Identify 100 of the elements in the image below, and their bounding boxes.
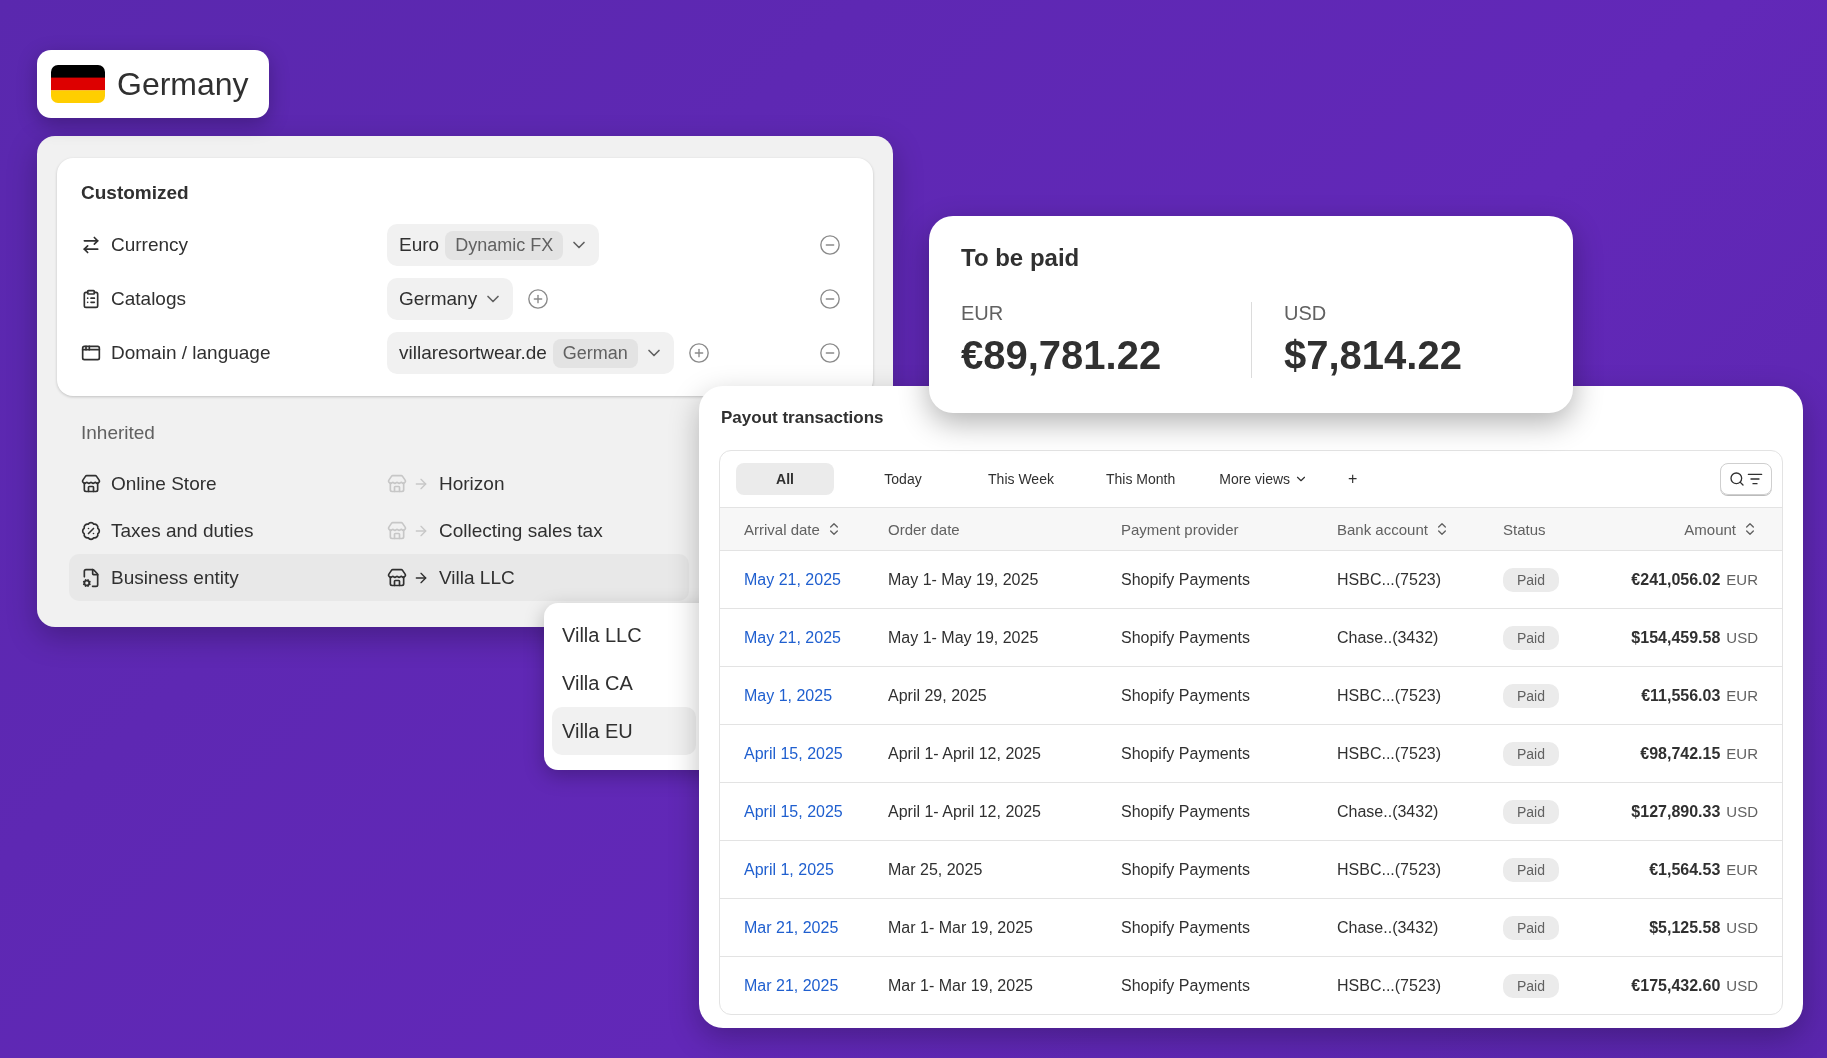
section-title: Inherited [81, 422, 156, 444]
column-header[interactable]: Bank account [1337, 520, 1428, 538]
table-cell-text: Shopify Payments [1121, 744, 1251, 763]
status-badge: Paid [1503, 973, 1560, 998]
exchange-icon [81, 235, 101, 255]
table-cell-text: Chase..(3432) [1337, 628, 1440, 647]
column-header: Order date [888, 520, 960, 538]
arrival-date-link[interactable]: April 1, 2025 [744, 860, 888, 879]
more-views-button[interactable]: More views [1219, 471, 1309, 487]
inherited-value: Villa LLC [439, 566, 515, 589]
arrival-date-link[interactable]: May 21, 2025 [744, 570, 888, 589]
inherited-row[interactable]: Taxes and duties Collecting sales tax [69, 507, 689, 554]
card-title: Payout transactions [721, 408, 885, 428]
store-icon [387, 520, 407, 541]
table-cell-text: Shopify Payments [1121, 628, 1251, 647]
status-badge: Paid [1503, 741, 1560, 766]
inherited-row[interactable]: Online Store Horizon [69, 460, 689, 507]
menu-item[interactable]: Villa LLC [552, 611, 696, 659]
currency-code: EUR [1726, 686, 1758, 704]
arrival-date-link[interactable]: April 15, 2025 [744, 802, 888, 821]
setting-select[interactable]: Germany [387, 278, 514, 320]
inherited-value: Collecting sales tax [439, 519, 603, 542]
amount-value: $154,459.58 [1631, 628, 1721, 647]
amount-value: $5,125.58 [1649, 918, 1721, 937]
store-icon [81, 473, 101, 494]
column-header[interactable]: Arrival date [744, 520, 820, 538]
germany-flag-icon [51, 65, 105, 103]
arrival-date-link[interactable]: April 15, 2025 [744, 744, 888, 763]
total-amount: $7,814.22 [1284, 333, 1463, 378]
status-badge: Paid [1503, 567, 1560, 592]
column-header: Status [1503, 520, 1546, 538]
view-tab[interactable]: All [736, 463, 834, 495]
currency-code: EUR [1726, 744, 1758, 762]
status-badge: Paid [1503, 799, 1560, 824]
arrival-date-link[interactable]: Mar 21, 2025 [744, 976, 888, 995]
arrival-date-link[interactable]: May 1, 2025 [744, 686, 888, 705]
add-view-button[interactable]: + [1348, 470, 1358, 488]
table-cell-text: Mar 1- Mar 19, 2025 [888, 918, 1034, 937]
view-tab[interactable]: This Week [972, 463, 1070, 495]
arrival-date-link[interactable]: May 21, 2025 [744, 628, 888, 647]
table-cell-text: HSBC...(7523) [1337, 860, 1443, 879]
amount-value: €98,742.15 [1640, 744, 1721, 763]
status-badge: Paid [1503, 683, 1560, 708]
store-icon [387, 567, 407, 588]
search-filter-button[interactable] [1720, 463, 1772, 495]
table-cell-text: Mar 25, 2025 [888, 860, 984, 879]
percent-badge-icon [81, 520, 101, 541]
table-cell-text: HSBC...(7523) [1337, 976, 1443, 995]
search-icon [1729, 471, 1745, 487]
currency-code: EUR [1726, 860, 1758, 878]
setting-label: Business entity [111, 566, 239, 589]
remove-icon[interactable] [819, 342, 841, 364]
amount-value: €1,564.53 [1649, 860, 1721, 879]
clipboard-icon [81, 289, 101, 309]
column-header[interactable]: Amount [1684, 520, 1736, 538]
status-badge: Paid [1503, 857, 1560, 882]
table-cell-text: Shopify Payments [1121, 686, 1251, 705]
table-cell-text: May 1- May 19, 2025 [888, 570, 1040, 589]
table-cell-text: Shopify Payments [1121, 802, 1251, 821]
amount-value: $127,890.33 [1631, 802, 1721, 821]
currency-code: USD [1726, 628, 1758, 646]
document-gear-icon [81, 567, 101, 588]
table-cell-text: Shopify Payments [1121, 860, 1251, 879]
view-tab[interactable]: Today [854, 463, 952, 495]
table-cell-text: HSBC...(7523) [1337, 686, 1443, 705]
setting-select[interactable]: villaresortwear.de German [387, 332, 674, 374]
filter-icon [1747, 471, 1763, 487]
menu-item[interactable]: Villa EU [552, 707, 696, 755]
table-cell-text: HSBC...(7523) [1337, 570, 1443, 589]
view-tab[interactable]: This Month [1090, 463, 1192, 495]
inherited-row[interactable]: Business entity Villa LLC [69, 554, 689, 601]
table-cell-text: Mar 1- Mar 19, 2025 [888, 976, 1034, 995]
setting-label: Online Store [111, 472, 217, 495]
currency-code: USD [1726, 976, 1758, 994]
table-cell-text: April 1- April 12, 2025 [888, 744, 1042, 763]
currency-code: EUR [1726, 570, 1758, 588]
status-badge: Paid [1503, 915, 1560, 940]
table-cell-text: HSBC...(7523) [1337, 744, 1443, 763]
window-icon [81, 343, 101, 363]
currency-code: USD [1726, 918, 1758, 936]
table-cell-text: May 1- May 19, 2025 [888, 628, 1040, 647]
currency-code: USD [1726, 802, 1758, 820]
currency-label: USD [1284, 302, 1328, 325]
country-name: Germany [117, 65, 249, 103]
setting-label: Domain / language [111, 342, 271, 364]
table-cell-text: April 29, 2025 [888, 686, 988, 705]
table-cell-text: Shopify Payments [1121, 570, 1251, 589]
amount-value: €241,056.02 [1631, 570, 1721, 589]
add-icon[interactable] [527, 288, 550, 310]
arrival-date-link[interactable]: Mar 21, 2025 [744, 918, 888, 937]
setting-label: Taxes and duties [111, 519, 254, 542]
setting-tag: German [552, 338, 638, 368]
column-header: Payment provider [1121, 520, 1239, 538]
add-icon[interactable] [687, 342, 710, 364]
table-cell-text: Shopify Payments [1121, 918, 1251, 937]
setting-label: Catalogs [111, 288, 186, 310]
remove-icon[interactable] [819, 288, 841, 310]
remove-icon[interactable] [819, 234, 841, 256]
menu-item[interactable]: Villa CA [552, 659, 696, 707]
setting-select[interactable]: Euro Dynamic FX [387, 224, 600, 266]
